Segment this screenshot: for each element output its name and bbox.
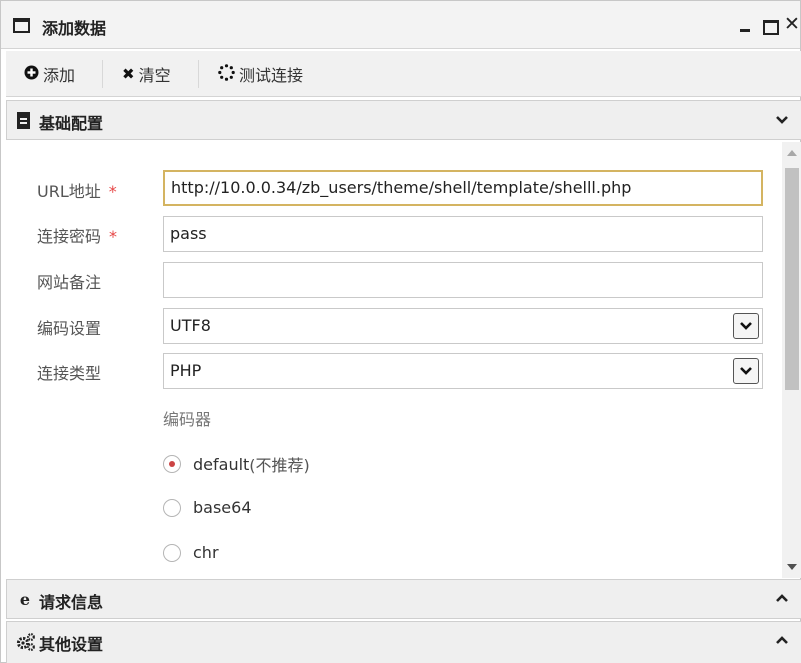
gears-icon	[16, 632, 35, 652]
test-connection-button[interactable]: 测试连接	[218, 51, 303, 97]
window-titlebar[interactable]: 添加数据 ✕	[1, 1, 800, 49]
chevron-down-icon[interactable]	[775, 109, 789, 133]
toolbar: 添加 ✖ 清空 测试连接	[6, 51, 801, 97]
section-header-other[interactable]: 其他设置	[6, 621, 801, 663]
window-title: 添加数据	[42, 19, 107, 38]
document-icon	[17, 112, 30, 129]
encoding-select[interactable]: UTF8	[163, 308, 763, 344]
close-icon[interactable]: ✕	[784, 13, 801, 35]
radio-button-checked[interactable]	[163, 455, 181, 473]
vertical-scrollbar[interactable]	[782, 142, 801, 578]
scroll-down-arrow-icon[interactable]	[787, 564, 797, 570]
chevron-up-icon[interactable]	[775, 588, 789, 612]
basic-config-panel: URL地址 * http://10.0.0.34/zb_users/theme/s…	[6, 142, 782, 578]
connection-type-select[interactable]: PHP	[163, 353, 763, 389]
password-label: 连接密码 *	[37, 223, 117, 247]
note-input[interactable]	[163, 262, 763, 298]
connection-type-value: PHP	[170, 361, 202, 380]
section-header-request[interactable]: e 请求信息	[6, 579, 801, 619]
encoder-option-label: chr	[193, 543, 219, 562]
section-title-request: 请求信息	[39, 593, 104, 612]
toolbar-divider	[198, 60, 199, 88]
encoder-option-base64[interactable]: base64	[163, 498, 252, 517]
encoder-option-label: base64	[193, 498, 252, 517]
url-input[interactable]: http://10.0.0.34/zb_users/theme/shell/te…	[163, 170, 763, 206]
plus-circle-icon	[24, 65, 39, 84]
scrollbar-thumb[interactable]	[785, 168, 799, 390]
encoder-option-chr[interactable]: chr	[163, 543, 219, 562]
note-label: 网站备注	[37, 273, 102, 292]
encoder-title: 编码器	[163, 410, 212, 429]
encoding-value: UTF8	[170, 316, 211, 335]
clear-button[interactable]: ✖ 清空	[122, 51, 171, 97]
chevron-down-icon[interactable]	[733, 358, 759, 384]
encoder-option-note: (不推荐)	[249, 456, 310, 475]
connection-type-label: 连接类型	[37, 364, 102, 383]
add-button-label: 添加	[43, 66, 76, 85]
minimize-icon[interactable]	[737, 13, 755, 35]
toolbar-divider	[102, 60, 103, 88]
clear-button-label: 清空	[138, 66, 171, 85]
scroll-up-arrow-icon[interactable]	[787, 150, 797, 156]
section-title-basic: 基础配置	[39, 114, 104, 133]
test-connection-label: 测试连接	[239, 66, 304, 85]
radio-button[interactable]	[163, 543, 181, 562]
chevron-up-icon[interactable]	[775, 630, 789, 654]
maximize-icon[interactable]	[761, 13, 779, 35]
radio-button[interactable]	[163, 498, 181, 517]
encoder-option-label: default	[193, 454, 250, 474]
url-label: URL地址 *	[37, 178, 117, 202]
required-mark: *	[108, 182, 117, 201]
encoder-option-default[interactable]: default (不推荐)	[163, 452, 310, 476]
section-title-other: 其他设置	[39, 635, 104, 654]
add-data-window: 添加数据 ✕ 添加 ✖ 清空 测试连接 基础配置 URL地址 * http://…	[0, 0, 801, 663]
url-label-text: URL地址	[37, 182, 101, 201]
section-header-basic[interactable]: 基础配置	[6, 100, 801, 140]
add-button[interactable]: 添加	[24, 51, 75, 97]
window-icon	[13, 18, 30, 33]
x-icon: ✖	[122, 65, 135, 83]
encoding-label: 编码设置	[37, 319, 102, 338]
password-input[interactable]: pass	[163, 216, 763, 252]
required-mark: *	[109, 227, 118, 246]
browser-e-icon: e	[19, 590, 31, 609]
chevron-down-icon[interactable]	[733, 313, 759, 339]
spinner-icon	[218, 63, 235, 85]
password-label-text: 连接密码	[37, 227, 102, 246]
